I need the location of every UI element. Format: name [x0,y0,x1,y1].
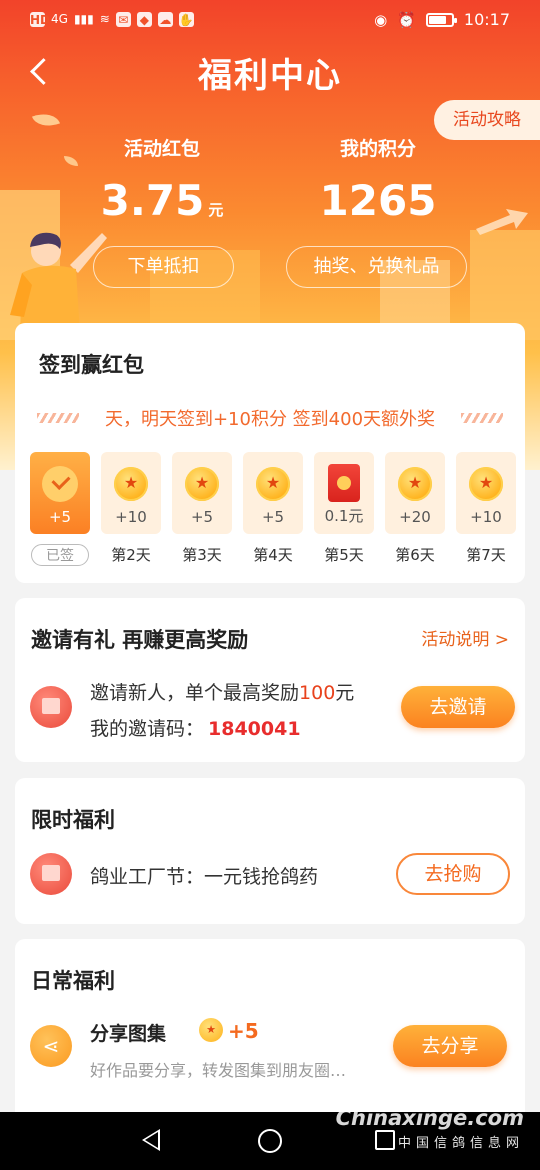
wifi-icon: ≋ [99,12,110,26]
day-amount: +5 [261,508,285,526]
day-label: 第5天 [324,546,364,564]
points-value: 1265 [319,176,437,225]
daily-title: 日常福利 [31,969,115,993]
hd-icon: HD [30,11,51,27]
eye-icon: ◉ [374,10,388,29]
marquee-text: 天，明天签到+10积分 签到400天额外奖 [104,409,436,430]
person-illustration [10,232,107,335]
red-envelope-icon [328,464,360,502]
stripe-decor [461,413,503,423]
day-label: 第7天 [466,546,506,564]
signin-day-6[interactable]: ★ +20 第6天 [385,452,445,566]
signal-icon: ▮▮▮ [73,12,94,26]
buy-now-button[interactable]: 去抢购 [396,853,510,895]
signin-day-2[interactable]: ★ +10 第2天 [101,452,161,566]
day-amount: +5 [190,508,214,526]
limited-offer-card: 限时福利 鸽业工厂节：一元钱抢鸽药 去抢购 [15,778,525,924]
share-task-description: 好作品要分享，转发图集到朋友圈… [90,1061,347,1080]
day-label: 第4天 [253,546,293,564]
status-time: 10:17 [463,10,510,29]
coin-icon: ★ [185,467,219,501]
invite-desc-prefix: 邀请新人，单个最高奖励 [90,682,300,704]
battery-icon [425,12,457,27]
network-icon: 4G [51,12,68,26]
signin-day-5[interactable]: 0.1元 第5天 [314,452,374,566]
leaf-icon [31,108,61,132]
day-box: ★ +10 [101,452,161,534]
alarm-icon: ⏰ [397,10,416,29]
invite-code-row: 我的邀请码： 1840041 [90,714,301,741]
red-packet-amount: 3.75 [100,176,205,225]
day-box: +5 [30,452,90,534]
invite-title: 邀请有礼 再赚更高奖励 [31,628,249,652]
order-deduct-button[interactable]: 下单抵扣 [93,246,234,288]
watermark: Chinaxinge.com 中国信鸽信息网 [336,1106,524,1151]
day-label: 第2天 [111,546,151,564]
arrow-decor-icon [476,209,528,235]
status-bar: HD 4G ▮▮▮ ≋ ✉ ◆ ☁ ✋ ◉ ⏰ 10:17 [0,0,540,40]
check-icon [42,466,78,502]
signin-day-1[interactable]: +5 已签 [30,452,90,566]
calendar-gift-icon [30,686,72,728]
invite-reward-amount: 100 [299,682,336,704]
nav-home-icon[interactable] [258,1129,282,1153]
day-amount: 0.1元 [324,507,364,525]
watermark-name: 中国信鸽信息网 [397,1136,524,1151]
gift-icon [30,853,72,895]
share-points: +5 [228,1019,259,1043]
day-amount: +10 [115,508,147,526]
day-amount: +10 [470,508,502,526]
red-packet-stat: 活动红包 3.75 元 [62,134,262,226]
coin-icon: ★ [398,467,432,501]
signin-day-3[interactable]: ★ +5 第3天 [172,452,232,566]
points-stat: 我的积分 1265 [278,134,478,226]
invite-rules-link[interactable]: 活动说明 > [421,625,509,650]
day-amount: +20 [399,508,431,526]
day-box: ★ +20 [385,452,445,534]
signin-days: +5 已签 ★ +10 第2天 ★ +5 第3天 ★ +5 第4天 0.1元 第… [30,452,516,566]
app-icon: ◆ [136,11,152,27]
coin-icon: ★ [469,467,503,501]
invite-button[interactable]: 去邀请 [401,686,515,728]
signin-day-4[interactable]: ★ +5 第4天 [243,452,303,566]
red-packet-unit: 元 [208,201,224,219]
invite-description: 邀请新人，单个最高奖励100元 [90,678,354,705]
day-box: 0.1元 [314,452,374,534]
invite-desc-suffix: 元 [335,682,355,704]
invite-card: 邀请有礼 再赚更高奖励 活动说明 > 邀请新人，单个最高奖励100元 我的邀请码… [15,598,525,762]
stripe-decor [37,413,79,423]
coin-icon: ★ [114,467,148,501]
day-label: 已签 [31,544,89,566]
watermark-site: Chinaxinge.com [335,1106,524,1130]
signin-marquee: 天，明天签到+10积分 签到400天额外奖 [37,401,503,435]
day-amount: +5 [48,508,72,526]
share-icon: ⋖ [30,1025,72,1067]
nav-back-icon[interactable] [142,1129,160,1151]
share-task-title: 分享图集 [90,1023,167,1045]
share-button[interactable]: 去分享 [393,1025,507,1067]
invite-code[interactable]: 1840041 [208,718,301,740]
day-box: ★ +10 [456,452,516,534]
day-label: 第3天 [182,546,222,564]
limited-offer-text: 鸽业工厂节：一元钱抢鸽药 [90,866,319,888]
signin-card: 签到赢红包 天，明天签到+10积分 签到400天额外奖 +5 已签 ★ +10 … [15,323,525,583]
invite-code-label: 我的邀请码： [90,718,205,740]
signin-day-7[interactable]: ★ +10 第7天 [456,452,516,566]
red-packet-value: 3.75 元 [62,176,262,226]
cloud-icon: ☁ [157,11,173,27]
points-label: 我的积分 [339,138,416,160]
app-icon-2: ✋ [178,11,194,27]
day-box: ★ +5 [172,452,232,534]
notification-icon: ✉ [115,11,131,27]
red-packet-label: 活动红包 [123,138,200,160]
coin-icon: ★ [199,1018,223,1042]
day-box: ★ +5 [243,452,303,534]
limited-title: 限时福利 [31,808,115,832]
page-title: 福利中心 [198,56,342,96]
signin-title: 签到赢红包 [39,353,144,377]
redeem-gifts-button[interactable]: 抽奖、兑换礼品 [286,246,467,288]
day-label: 第6天 [395,546,435,564]
coin-icon: ★ [256,467,290,501]
